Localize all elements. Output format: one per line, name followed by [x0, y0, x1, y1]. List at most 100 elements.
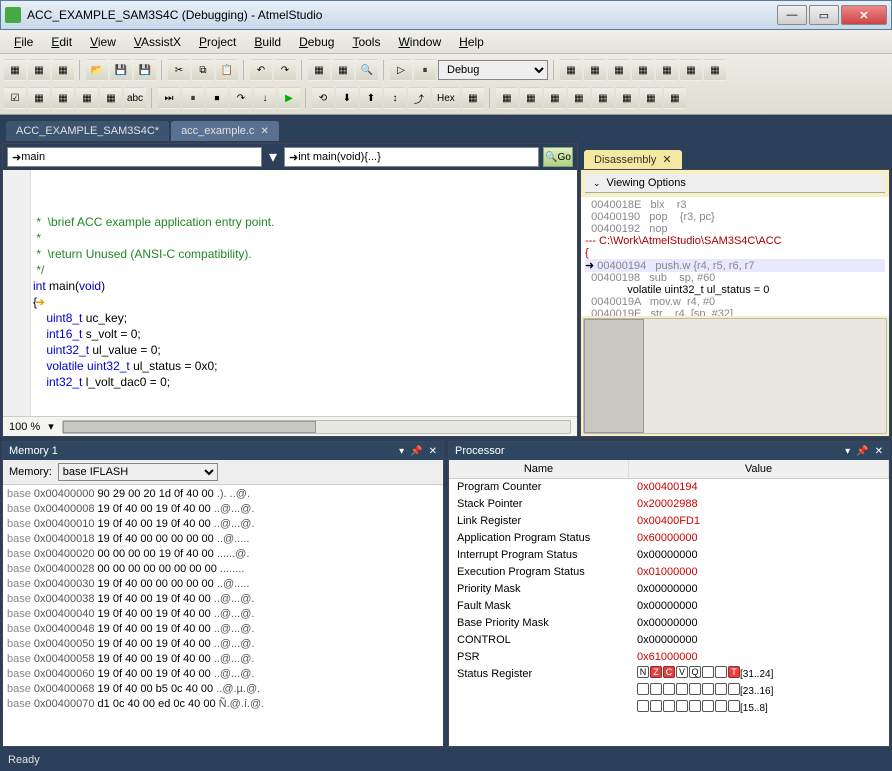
toolbar-button[interactable]: ▦	[52, 59, 74, 81]
editor-tabstrip: ACC_EXAMPLE_SAM3S4C* acc_example.c✕	[0, 115, 892, 141]
menu-window[interactable]: Window	[390, 33, 449, 51]
run-icon[interactable]: ▷	[390, 59, 412, 81]
close-icon[interactable]: ✕	[875, 446, 883, 457]
toolbar-button[interactable]: ▦	[544, 87, 566, 109]
toolbar-area: ▦ ▦ ▦ 📂 💾 💾 ✂ ⧉ 📋 ↶ ↷ ▦ ▦ 🔍 ▷ ⏸ Debug ▦ …	[0, 54, 892, 115]
menu-build[interactable]: Build	[246, 33, 289, 51]
toolbar-button[interactable]: ▦	[584, 59, 606, 81]
scope-combo[interactable]: ➜ int main(void){...}	[284, 147, 539, 167]
toolbar-button[interactable]: ▦	[616, 87, 638, 109]
pin-icon[interactable]: 📌	[856, 446, 868, 457]
window-titlebar: ACC_EXAMPLE_SAM3S4C (Debugging) - AtmelS…	[0, 0, 892, 30]
toolbar-button[interactable]: ▦	[664, 87, 686, 109]
disassembly-listing[interactable]: 0040018E blx r3 00400190 pop {r3, pc} 00…	[581, 197, 889, 316]
menu-view[interactable]: View	[82, 33, 124, 51]
open-icon[interactable]: 📂	[86, 59, 108, 81]
close-button[interactable]: ✕	[841, 5, 887, 25]
menu-bar: FileEditViewVAssistXProjectBuildDebugToo…	[0, 30, 892, 54]
menu-help[interactable]: Help	[451, 33, 492, 51]
tab-project[interactable]: ACC_EXAMPLE_SAM3S4C*	[6, 121, 169, 141]
menu-file[interactable]: File	[6, 33, 41, 51]
toolbar-button[interactable]: ▦	[632, 59, 654, 81]
toolbar-button[interactable]: ▦	[608, 59, 630, 81]
pause-icon[interactable]: ⏸	[182, 87, 204, 109]
toolbar-button[interactable]: ⤴	[408, 87, 430, 109]
toolbar-button[interactable]: abc	[124, 87, 146, 109]
chevron-down-icon: ⌄	[593, 178, 601, 189]
toolbar-button[interactable]: ▦	[332, 59, 354, 81]
memory-dump[interactable]: base 0x00400000 90 29 00 20 1d 0f 40 00 …	[3, 485, 443, 746]
toolbar-button[interactable]: ▦	[568, 87, 590, 109]
run-icon[interactable]: ▶	[278, 87, 300, 109]
menu-debug[interactable]: Debug	[291, 33, 342, 51]
memory-region-select[interactable]: base IFLASH	[58, 463, 218, 481]
toolbar-button[interactable]: ▦	[52, 87, 74, 109]
tab-disassembly[interactable]: Disassembly✕	[584, 150, 682, 169]
go-button[interactable]: 🔍Go	[543, 147, 573, 167]
step-icon[interactable]: ⏭	[158, 87, 180, 109]
toolbar-button[interactable]: ▦	[308, 59, 330, 81]
config-select[interactable]: Debug	[438, 60, 548, 80]
memory-panel: Memory 1 ▾ 📌 ✕ Memory: base IFLASH base …	[2, 441, 444, 747]
zoom-level[interactable]: 100 %	[9, 421, 40, 433]
window-title: ACC_EXAMPLE_SAM3S4C (Debugging) - AtmelS…	[27, 8, 777, 22]
editor-pane: ➜ main ▾ ➜ int main(void){...} 🔍Go * \br…	[2, 143, 578, 437]
maximize-button[interactable]: ▭	[809, 5, 839, 25]
toolbar-button[interactable]: ▦	[4, 59, 26, 81]
find-icon[interactable]: 🔍	[356, 59, 378, 81]
redo-icon[interactable]: ↷	[274, 59, 296, 81]
menu-edit[interactable]: Edit	[43, 33, 80, 51]
step-into-icon[interactable]: ↓	[254, 87, 276, 109]
toolbar-button[interactable]: ▦	[680, 59, 702, 81]
cut-icon[interactable]: ✂	[168, 59, 190, 81]
horizontal-scrollbar[interactable]	[62, 420, 571, 434]
close-icon[interactable]: ✕	[260, 126, 268, 137]
code-editor[interactable]: * \brief ACC example application entry p…	[3, 170, 577, 416]
menu-vassistx[interactable]: VAssistX	[126, 33, 189, 51]
toolbar-button[interactable]: ▦	[28, 87, 50, 109]
toolbar-button[interactable]: ▦	[100, 87, 122, 109]
toolbar-button[interactable]: ▦	[28, 59, 50, 81]
paste-icon[interactable]: 📋	[216, 59, 238, 81]
horizontal-scrollbar[interactable]	[583, 318, 887, 435]
toolbar-button[interactable]: ▦	[656, 59, 678, 81]
tab-file[interactable]: acc_example.c✕	[171, 121, 279, 141]
copy-icon[interactable]: ⧉	[192, 59, 214, 81]
close-icon[interactable]: ✕	[662, 153, 671, 166]
symbol-combo[interactable]: ➜ main	[7, 147, 262, 167]
toolbar-button[interactable]: ↕	[384, 87, 406, 109]
menu-project[interactable]: Project	[191, 33, 244, 51]
toolbar-button[interactable]: ▦	[560, 59, 582, 81]
pin-icon[interactable]: 📌	[410, 446, 422, 457]
pause-icon[interactable]: ⏸	[414, 59, 436, 81]
dropdown-icon[interactable]: ▾	[845, 446, 850, 457]
toolbar-button[interactable]: ☑	[4, 87, 26, 109]
minimize-button[interactable]: —	[777, 5, 807, 25]
toolbar-button[interactable]: ▦	[704, 59, 726, 81]
menu-tools[interactable]: Tools	[344, 33, 388, 51]
app-icon	[5, 7, 21, 23]
toolbar-button[interactable]: ▦	[520, 87, 542, 109]
status-text: Ready	[8, 754, 40, 766]
memory-controls: Memory: base IFLASH	[3, 460, 443, 485]
toolbar-button[interactable]: ⟲	[312, 87, 334, 109]
toolbar-button[interactable]: ▦	[496, 87, 518, 109]
undo-icon[interactable]: ↶	[250, 59, 272, 81]
step-over-icon[interactable]: ↷	[230, 87, 252, 109]
toolbar-button[interactable]: ⬇	[336, 87, 358, 109]
toolbar-button[interactable]: ▦	[462, 87, 484, 109]
panel-titlebar: Processor ▾ 📌 ✕	[449, 442, 889, 460]
viewing-options[interactable]: ⌄ Viewing Options	[585, 174, 885, 193]
hex-button[interactable]: Hex	[432, 87, 460, 109]
save-icon[interactable]: 💾	[110, 59, 132, 81]
toolbar-button[interactable]: ▦	[76, 87, 98, 109]
toolbar-button[interactable]: ▦	[592, 87, 614, 109]
toolbar-button[interactable]: ▦	[640, 87, 662, 109]
dropdown-icon[interactable]: ▾	[399, 446, 404, 457]
save-all-icon[interactable]: 💾	[134, 59, 156, 81]
processor-registers[interactable]: Program Counter0x00400194Stack Pointer0x…	[449, 479, 889, 746]
disassembly-tabstrip: Disassembly✕	[580, 143, 890, 169]
toolbar-button[interactable]: ⬆	[360, 87, 382, 109]
stop-icon[interactable]: ⏹	[206, 87, 228, 109]
close-icon[interactable]: ✕	[429, 446, 437, 457]
